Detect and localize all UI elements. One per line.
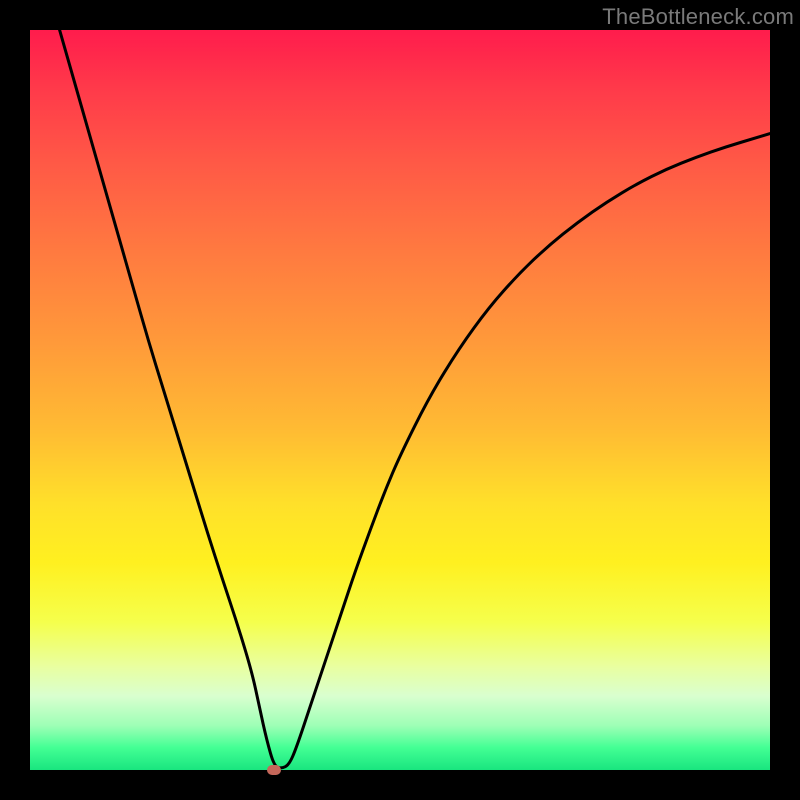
bottleneck-curve (60, 30, 770, 768)
plot-area (30, 30, 770, 770)
optimum-marker (267, 765, 281, 775)
watermark-text: TheBottleneck.com (602, 4, 794, 30)
chart-frame: TheBottleneck.com (0, 0, 800, 800)
curve-svg (30, 30, 770, 770)
